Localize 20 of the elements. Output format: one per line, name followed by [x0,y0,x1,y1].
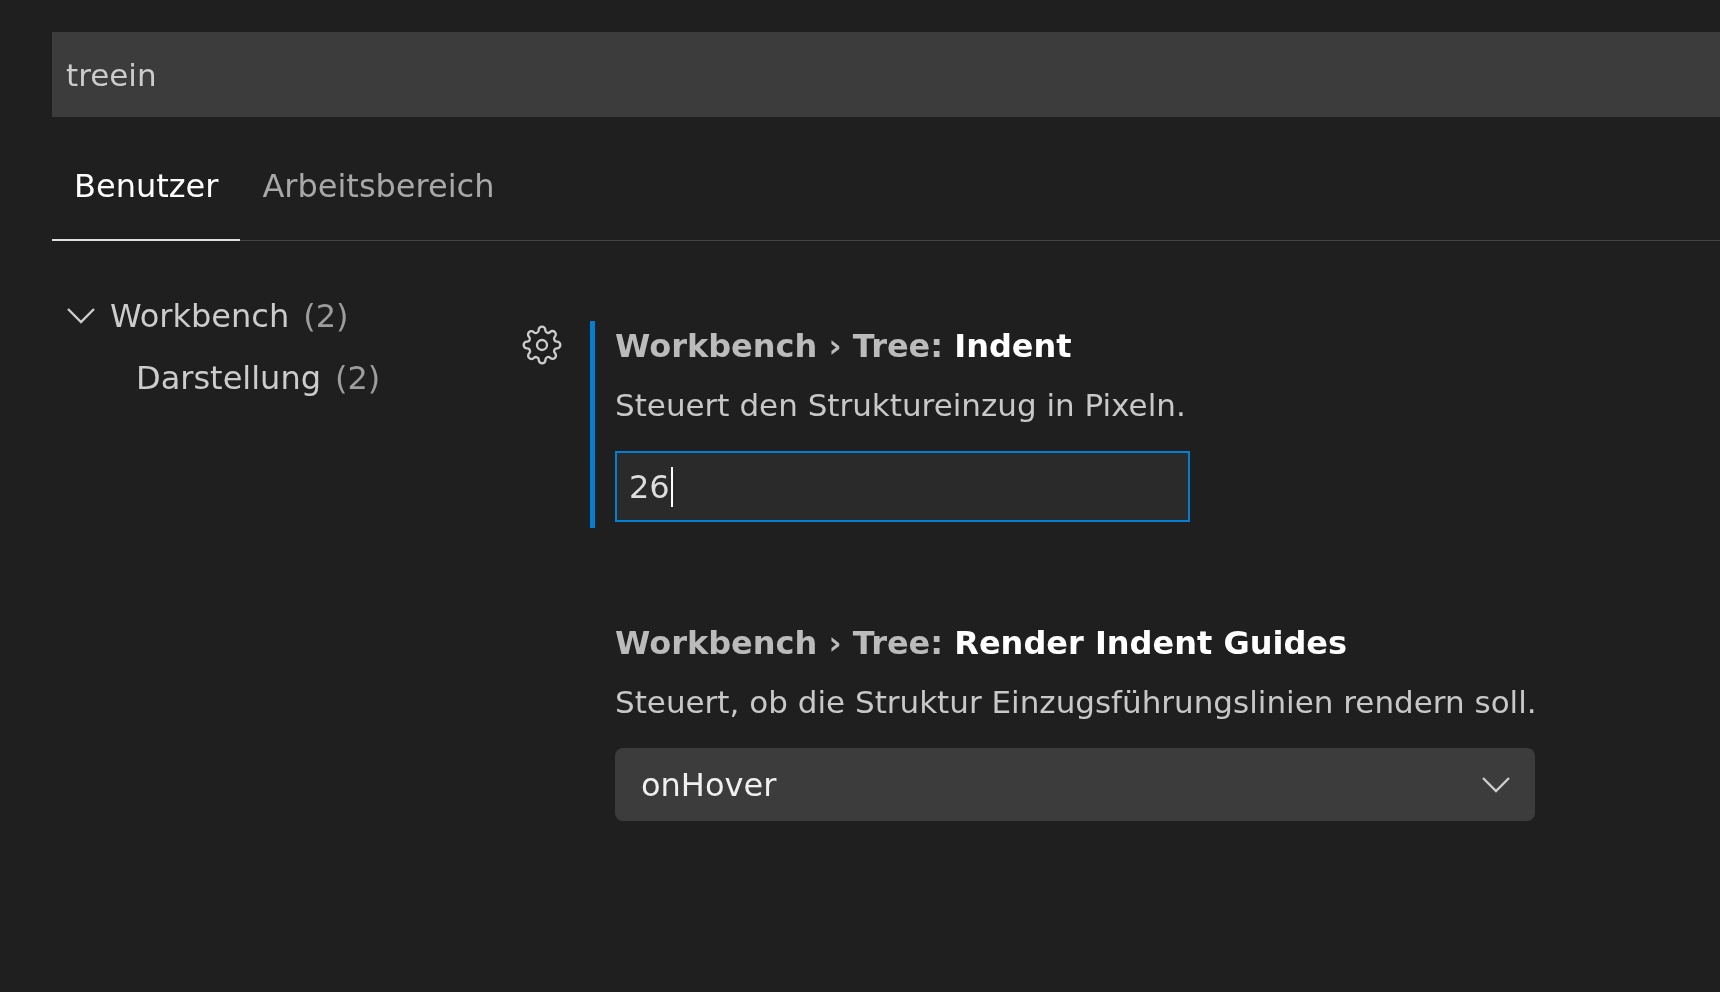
tree-label: Darstellung [136,359,321,397]
setting-category: Workbench › Tree: [615,624,944,662]
tab[interactable]: Arbeitsbereich [240,157,517,241]
setting-category: Workbench › Tree: [615,327,944,365]
setting-description: Steuert, ob die Struktur Einzugsführungslinien rendern soll. [615,684,1537,720]
tree-item[interactable]: Darstellung (2) [66,347,522,409]
tab[interactable]: Benutzer [52,157,241,241]
setting-name: Render Indent Guides [954,624,1348,662]
setting-description: Steuert den Struktureinzug in Pixeln. [615,387,1187,423]
dropdown[interactable]: onHover [615,748,1535,821]
search-field[interactable]: treein [52,32,1720,117]
chevron-icon[interactable] [66,307,96,325]
tree-count: (2) [303,297,349,335]
tree-count: (2) [334,359,381,397]
chevron-icon [1481,775,1511,794]
number-input[interactable]: 26 [615,451,1190,522]
settings-icon[interactable] [522,325,562,365]
tree-item[interactable]: Workbench (2) [66,285,522,347]
tree-label: Workbench [110,297,290,335]
setting-name: Indent [954,327,1072,365]
